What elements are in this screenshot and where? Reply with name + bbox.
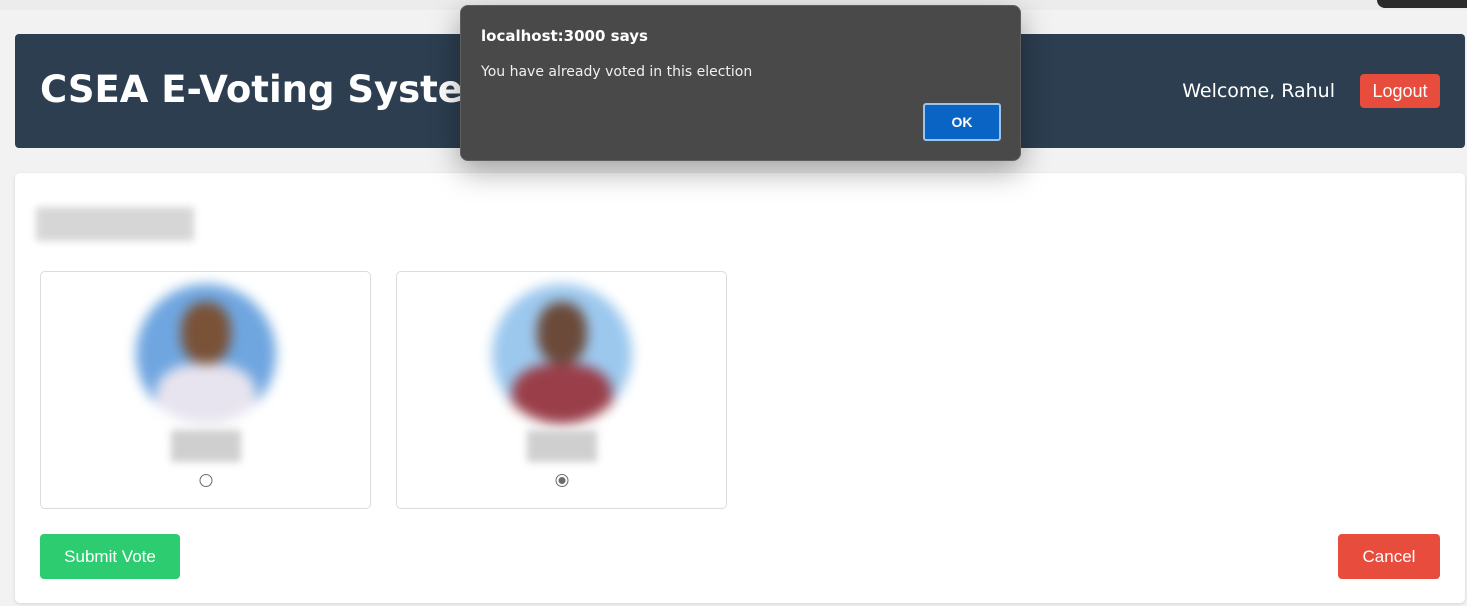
candidate-card[interactable] bbox=[40, 271, 371, 509]
election-title-redacted bbox=[36, 207, 194, 241]
welcome-text: Welcome, Rahul bbox=[1182, 80, 1335, 102]
candidate-radio[interactable] bbox=[555, 474, 568, 487]
dialog-message: You have already voted in this election bbox=[481, 64, 753, 80]
candidate-name-redacted bbox=[170, 430, 241, 462]
cancel-button[interactable]: Cancel bbox=[1338, 534, 1440, 579]
browser-tab-edge bbox=[1377, 0, 1467, 8]
submit-vote-button[interactable]: Submit Vote bbox=[40, 534, 180, 579]
dialog-title: localhost:3000 says bbox=[481, 27, 648, 45]
candidate-photo bbox=[491, 284, 632, 424]
app-title: CSEA E-Voting System bbox=[40, 68, 502, 111]
ballot-panel: Submit Vote Cancel bbox=[15, 173, 1465, 603]
candidate-photo bbox=[135, 284, 276, 424]
candidate-card[interactable] bbox=[396, 271, 727, 509]
candidate-name-redacted bbox=[526, 430, 597, 462]
logout-button[interactable]: Logout bbox=[1360, 74, 1440, 108]
candidate-radio[interactable] bbox=[199, 474, 212, 487]
alert-dialog: localhost:3000 says You have already vot… bbox=[460, 5, 1021, 161]
dialog-ok-button[interactable]: OK bbox=[923, 103, 1001, 141]
